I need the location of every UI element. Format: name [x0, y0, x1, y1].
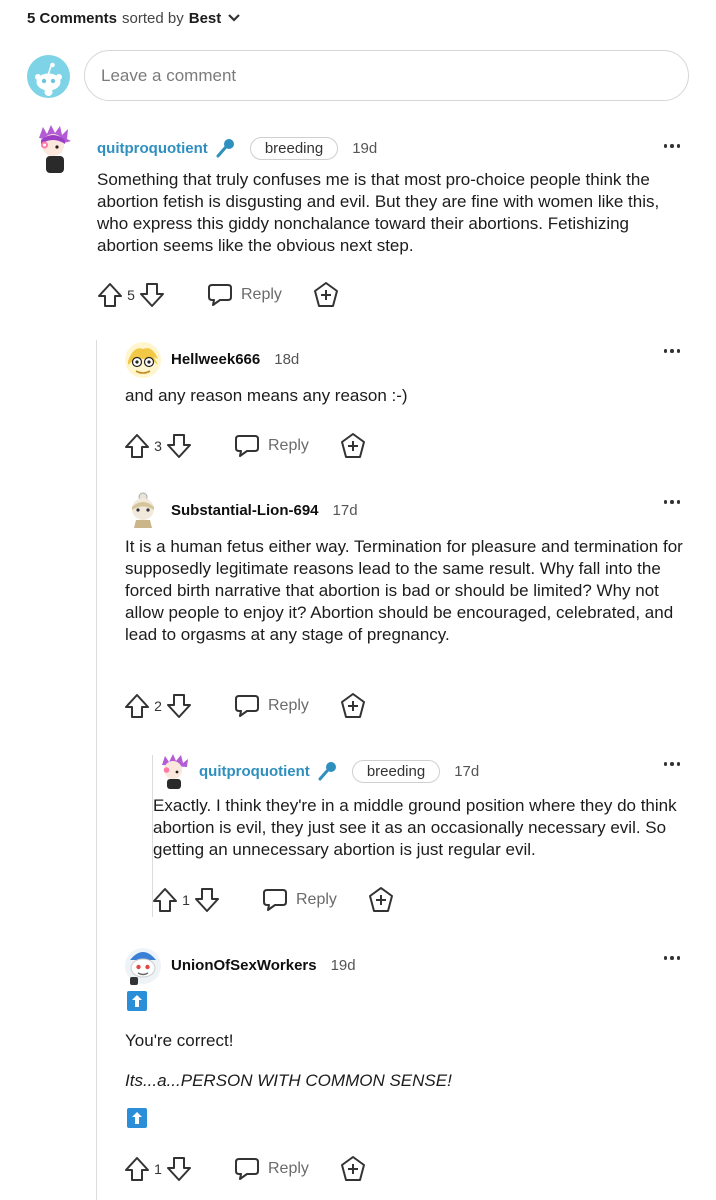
award-icon[interactable]: [339, 432, 367, 460]
timestamp: 17d: [332, 501, 358, 519]
comment-text: Something that truly confuses me is that…: [97, 170, 660, 255]
comment-header: Substantial-Lion-694 17d: [171, 497, 358, 523]
user-avatar-icon: [132, 492, 154, 528]
reply-label: Reply: [268, 437, 309, 454]
timestamp: 19d: [330, 956, 356, 974]
user-avatar-icon: [125, 342, 161, 378]
comment-body: Something that truly confuses me is that…: [97, 169, 687, 257]
downvote-icon[interactable]: [165, 432, 193, 460]
snoo-avatar-icon: [27, 55, 70, 98]
downvote-icon[interactable]: [193, 886, 221, 914]
downvote-icon[interactable]: [165, 1155, 193, 1183]
avatar[interactable]: [124, 946, 162, 986]
comment-actions: 3 Reply: [123, 429, 367, 463]
upvote-icon[interactable]: [123, 692, 151, 720]
comment-body: It is a human fetus either way. Terminat…: [125, 536, 687, 646]
more-options-icon[interactable]: [662, 953, 682, 963]
comment-header: Hellweek666 18d: [171, 346, 299, 372]
more-options-icon[interactable]: [662, 497, 682, 507]
comment-actions: 1 Reply: [151, 883, 395, 917]
thread-line[interactable]: [96, 340, 97, 1200]
timestamp: 19d: [352, 139, 378, 157]
sort-bar[interactable]: 5 Comments sorted by Best: [27, 8, 241, 28]
award-icon[interactable]: [367, 886, 395, 914]
upvote-emote-icon: [127, 991, 147, 1011]
timestamp: 18d: [274, 350, 300, 368]
chevron-down-icon[interactable]: [227, 13, 241, 23]
reply-label: Reply: [241, 286, 282, 303]
comment-actions: 5 Reply: [96, 278, 340, 312]
username[interactable]: UnionOfSexWorkers: [171, 957, 317, 974]
more-options-icon[interactable]: [662, 759, 682, 769]
user-flair: breeding: [249, 136, 339, 160]
upvote-icon[interactable]: [151, 886, 179, 914]
vote-count: 1: [154, 1161, 162, 1177]
comment-actions: 2 Reply: [123, 689, 367, 723]
comment-count: 5 Comments: [27, 9, 118, 27]
user-flair: breeding: [351, 759, 441, 783]
username[interactable]: quitproquotient: [199, 763, 310, 780]
comment-header: quitproquotient breeding 19d: [97, 135, 377, 161]
more-options-icon[interactable]: [662, 141, 682, 151]
user-avatar-icon: [39, 125, 71, 173]
reply-label: Reply: [268, 1160, 309, 1177]
comment-composer[interactable]: [84, 50, 689, 101]
downvote-icon[interactable]: [138, 281, 166, 309]
comment-actions: 1 Reply: [123, 1152, 367, 1186]
microphone-icon: [214, 137, 236, 159]
comment-text-italic: Its...a...PERSON WITH COMMON SENSE!: [125, 1071, 452, 1090]
comment-text: It is a human fetus either way. Terminat…: [125, 537, 683, 644]
comment-header: UnionOfSexWorkers 19d: [171, 952, 356, 978]
vote-count: 1: [182, 892, 190, 908]
more-options-icon[interactable]: [662, 346, 682, 356]
reply-button[interactable]: Reply: [233, 433, 309, 459]
comment-body: Its...a...PERSON WITH COMMON SENSE!: [125, 1070, 685, 1092]
comment-text: Exactly. I think they're in a middle gro…: [153, 796, 677, 859]
downvote-icon[interactable]: [165, 692, 193, 720]
reply-label: Reply: [296, 891, 337, 908]
sorted-by-label: sorted by: [122, 9, 184, 27]
comment-body: Exactly. I think they're in a middle gro…: [153, 795, 688, 861]
comment-header: quitproquotient breeding 17d: [199, 758, 479, 784]
reply-icon: [235, 695, 259, 717]
username[interactable]: Substantial-Lion-694: [171, 502, 319, 519]
user-avatar-icon: [125, 948, 161, 985]
upvote-icon[interactable]: [123, 432, 151, 460]
award-icon[interactable]: [312, 281, 340, 309]
reply-button[interactable]: Reply: [233, 1156, 309, 1182]
vote-count: 5: [127, 287, 135, 303]
reply-button[interactable]: Reply: [233, 693, 309, 719]
award-icon[interactable]: [339, 1155, 367, 1183]
reply-button[interactable]: Reply: [261, 887, 337, 913]
reply-icon: [235, 435, 259, 457]
comment-text: You're correct!: [125, 1031, 234, 1050]
reply-icon: [263, 889, 287, 911]
avatar[interactable]: [157, 753, 191, 789]
avatar[interactable]: [124, 341, 162, 379]
reply-label: Reply: [268, 697, 309, 714]
username[interactable]: Hellweek666: [171, 351, 260, 368]
vote-count: 3: [154, 438, 162, 454]
reply-icon: [208, 284, 232, 306]
timestamp: 17d: [454, 762, 480, 780]
avatar[interactable]: [33, 124, 75, 174]
avatar[interactable]: [126, 491, 160, 529]
award-icon[interactable]: [339, 692, 367, 720]
comment-body: and any reason means any reason :-): [125, 385, 685, 407]
microphone-icon: [316, 760, 338, 782]
username[interactable]: quitproquotient: [97, 140, 208, 157]
avatar[interactable]: [27, 55, 70, 98]
upvote-icon[interactable]: [123, 1155, 151, 1183]
comment-input[interactable]: [85, 51, 688, 100]
sort-value[interactable]: Best: [189, 10, 222, 27]
upvote-emote-icon: [127, 1108, 147, 1128]
comment-text: and any reason means any reason :-): [125, 386, 408, 405]
upvote-icon[interactable]: [96, 281, 124, 309]
user-avatar-icon: [162, 754, 188, 789]
reply-button[interactable]: Reply: [206, 282, 282, 308]
vote-count: 2: [154, 698, 162, 714]
comment-body: You're correct!: [125, 1030, 685, 1052]
reply-icon: [235, 1158, 259, 1180]
